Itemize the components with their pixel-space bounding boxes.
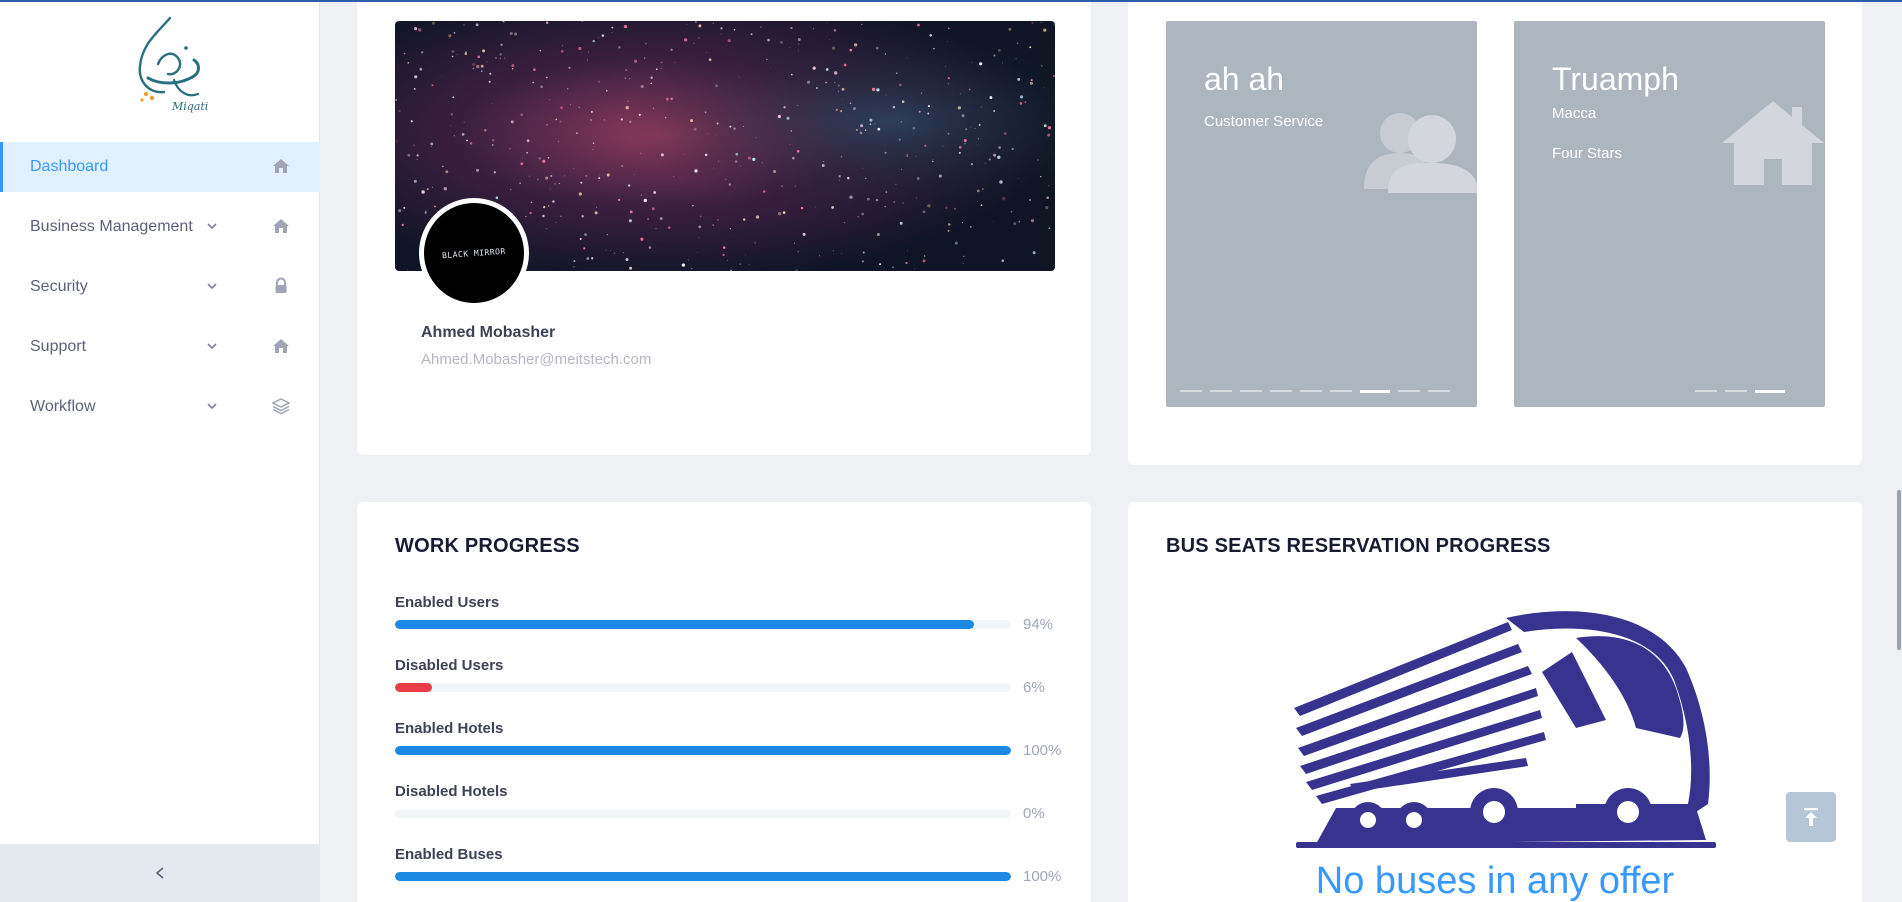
progress-track	[395, 872, 1011, 881]
progress-track	[395, 683, 1011, 692]
progress-fill	[395, 620, 975, 629]
progress-row: Disabled Users 6%	[395, 657, 1075, 720]
progress-fill	[395, 872, 1011, 881]
arrow-up-to-top-icon	[1804, 808, 1818, 826]
miqati-logo[interactable]: Miqati	[128, 14, 214, 120]
page-scrollbar-thumb[interactable]	[1897, 490, 1901, 650]
progress-row: Enabled Users 94%	[395, 594, 1075, 657]
no-buses-message: No buses in any offer	[1315, 860, 1675, 902]
avatar[interactable]: BLACK MIRROR	[419, 198, 529, 308]
progress-row: Enabled Buses 100%	[395, 846, 1075, 902]
top-accent-line	[0, 0, 1902, 2]
slide-dot[interactable]	[1180, 390, 1202, 392]
progress-list: Enabled Users 94% Disabled Users 6% Enabled …	[395, 594, 1075, 902]
slide-dots	[1695, 390, 1785, 393]
sidebar-item-dashboard[interactable]: Dashboard	[0, 142, 320, 192]
progress-row: Disabled Hotels 0%	[395, 783, 1075, 846]
sidebar-item-workflow[interactable]: Workflow	[0, 382, 320, 432]
progress-label: Enabled Buses	[395, 846, 503, 863]
slide-dots	[1180, 390, 1450, 393]
chevron-down-icon	[207, 403, 217, 410]
slide-dot[interactable]	[1300, 390, 1322, 392]
slide-dot[interactable]	[1210, 390, 1232, 392]
slide-dot[interactable]	[1398, 390, 1420, 392]
progress-label: Enabled Users	[395, 594, 500, 611]
sidebar-item-business-management[interactable]: Business Management	[0, 202, 320, 252]
progress-track	[395, 809, 1011, 818]
house-icon	[1722, 101, 1824, 185]
lock-icon	[275, 277, 287, 293]
slide-dot[interactable]	[1755, 390, 1785, 393]
progress-value: 100%	[1023, 868, 1062, 885]
card-title: BUS SEATS RESERVATION PROGRESS	[1166, 535, 1551, 557]
slide-dot[interactable]	[1240, 390, 1262, 392]
progress-label: Enabled Hotels	[395, 720, 504, 737]
layers-icon	[272, 398, 290, 415]
sidebar-item-support[interactable]: Support	[0, 322, 320, 372]
sidebar-item-label: Support	[30, 338, 87, 355]
slide-rating: Four Stars	[1552, 145, 1623, 162]
slide-dot[interactable]	[1725, 390, 1747, 392]
slide-title: Truamph	[1552, 61, 1679, 97]
sidebar: Miqati Dashboard Business Management Sec…	[0, 0, 320, 902]
progress-track	[395, 620, 1011, 629]
progress-value: 100%	[1023, 742, 1062, 759]
progress-track	[395, 746, 1011, 755]
progress-label: Disabled Users	[395, 657, 504, 674]
progress-fill	[395, 683, 432, 692]
bus-illustration	[1294, 611, 1716, 848]
slide-dot[interactable]	[1695, 390, 1717, 392]
chevron-down-icon	[207, 223, 217, 230]
sidebar-item-label: Security	[30, 278, 88, 295]
slide-dot[interactable]	[1428, 390, 1450, 392]
chevron-down-icon	[207, 343, 217, 350]
home-icon	[273, 159, 289, 173]
logo-wordmark: Miqati	[172, 100, 209, 113]
users-icon	[1364, 113, 1477, 193]
progress-value: 6%	[1023, 679, 1045, 696]
slide-dot[interactable]	[1330, 390, 1352, 392]
sidebar-item-label: Dashboard	[30, 158, 109, 175]
profile-email[interactable]: Ahmed.Mobasher@meitstech.com	[421, 351, 651, 368]
scroll-to-top-button[interactable]	[1786, 792, 1836, 842]
sidebar-footer	[0, 844, 320, 902]
chevron-down-icon	[207, 283, 217, 290]
slide-title: ah ah	[1204, 61, 1285, 97]
sidebar-item-label: Workflow	[30, 398, 96, 415]
progress-value: 0%	[1023, 805, 1045, 822]
chevron-left-icon	[155, 867, 164, 879]
sidebar-collapse-button[interactable]	[145, 858, 175, 888]
sidebar-nav: Dashboard Business Management Security S…	[0, 142, 320, 442]
slide-hotel[interactable]: Truamph Macca Four Stars	[1514, 21, 1825, 407]
avatar-text: BLACK MIRROR	[441, 246, 507, 260]
bus-seats-card: BUS SEATS RESERVATION PROGRESS No buses …	[1128, 502, 1862, 902]
progress-value: 94%	[1023, 616, 1054, 633]
card-title: WORK PROGRESS	[395, 535, 580, 557]
slide-location: Macca	[1552, 105, 1597, 122]
slide-subtitle: Customer Service	[1204, 113, 1324, 130]
profile-name: Ahmed Mobasher	[421, 324, 556, 341]
main-content: BLACK MIRROR Ahmed Mobasher Ahmed.Mobash…	[320, 0, 1902, 902]
sidebar-item-label: Business Management	[30, 218, 193, 235]
home-icon	[273, 219, 289, 233]
slide-dot[interactable]	[1270, 390, 1292, 392]
sidebar-item-security[interactable]: Security	[0, 262, 320, 312]
work-progress-card: WORK PROGRESS Enabled Users 94% Disabled U…	[357, 502, 1091, 902]
progress-fill	[395, 746, 1011, 755]
progress-row: Enabled Hotels 100%	[395, 720, 1075, 783]
progress-label: Disabled Hotels	[395, 783, 508, 800]
slide-dot[interactable]	[1360, 390, 1390, 393]
profile-card: BLACK MIRROR Ahmed Mobasher Ahmed.Mobash…	[357, 0, 1091, 455]
home-icon	[273, 339, 289, 353]
slider-card: ah ah Customer Service Truamph Macca Fou…	[1128, 0, 1862, 465]
slide-customer-service[interactable]: ah ah Customer Service	[1166, 21, 1477, 407]
